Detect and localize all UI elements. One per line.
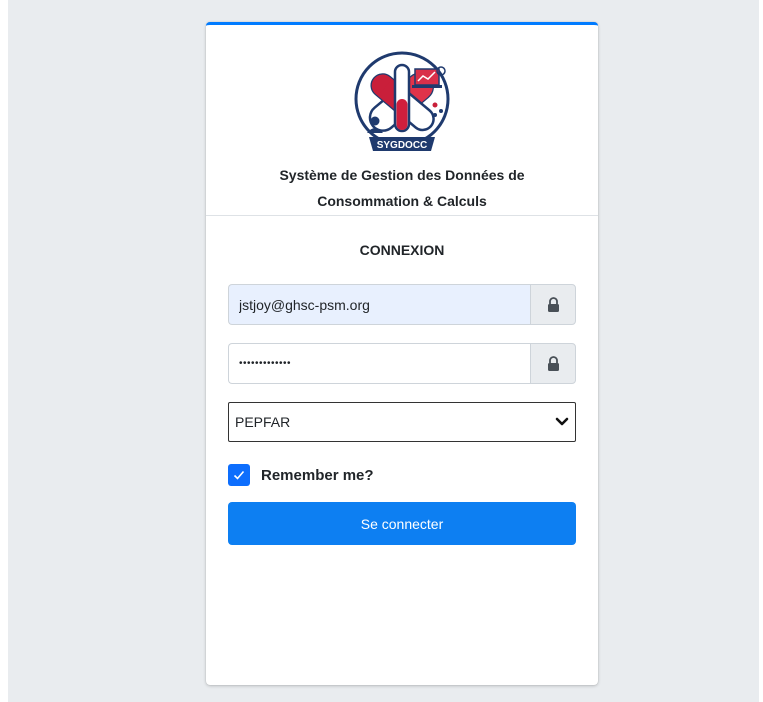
lock-icon — [547, 356, 559, 371]
remember-me-label[interactable]: Remember me? — [261, 467, 374, 484]
remember-me-checkbox[interactable] — [228, 464, 250, 486]
email-addon — [530, 284, 576, 325]
program-select-value: PEPFAR — [235, 414, 291, 430]
password-field[interactable] — [228, 343, 530, 384]
remember-me-row: Remember me? — [228, 464, 576, 486]
email-field[interactable] — [228, 284, 530, 325]
app-name-line1: Système de Gestion des Données de — [279, 167, 525, 183]
login-card: SYGDOCC Système de Gestion des Données d… — [206, 22, 598, 685]
password-addon — [530, 343, 576, 384]
email-input-group — [228, 284, 576, 325]
form-title: CONNEXION — [359, 242, 445, 258]
sygdocc-logo: SYGDOCC — [354, 51, 450, 151]
logo-text: SYGDOCC — [377, 140, 428, 151]
page-left-edge — [0, 0, 8, 702]
login-form: CONNEXION PEPFAR — [206, 216, 598, 545]
app-name-line2: Consommation & Calculs — [317, 193, 487, 209]
checkmark-icon — [233, 470, 245, 480]
page-right-edge — [759, 0, 763, 702]
lock-icon — [547, 297, 559, 312]
app-name: Système de Gestion des Données de Consom… — [206, 162, 598, 214]
password-input-group — [228, 343, 576, 384]
login-button[interactable]: Se connecter — [228, 502, 576, 545]
login-card-header: SYGDOCC Système de Gestion des Données d… — [206, 25, 598, 216]
program-select[interactable]: PEPFAR — [228, 402, 576, 442]
chevron-down-icon — [555, 417, 569, 426]
